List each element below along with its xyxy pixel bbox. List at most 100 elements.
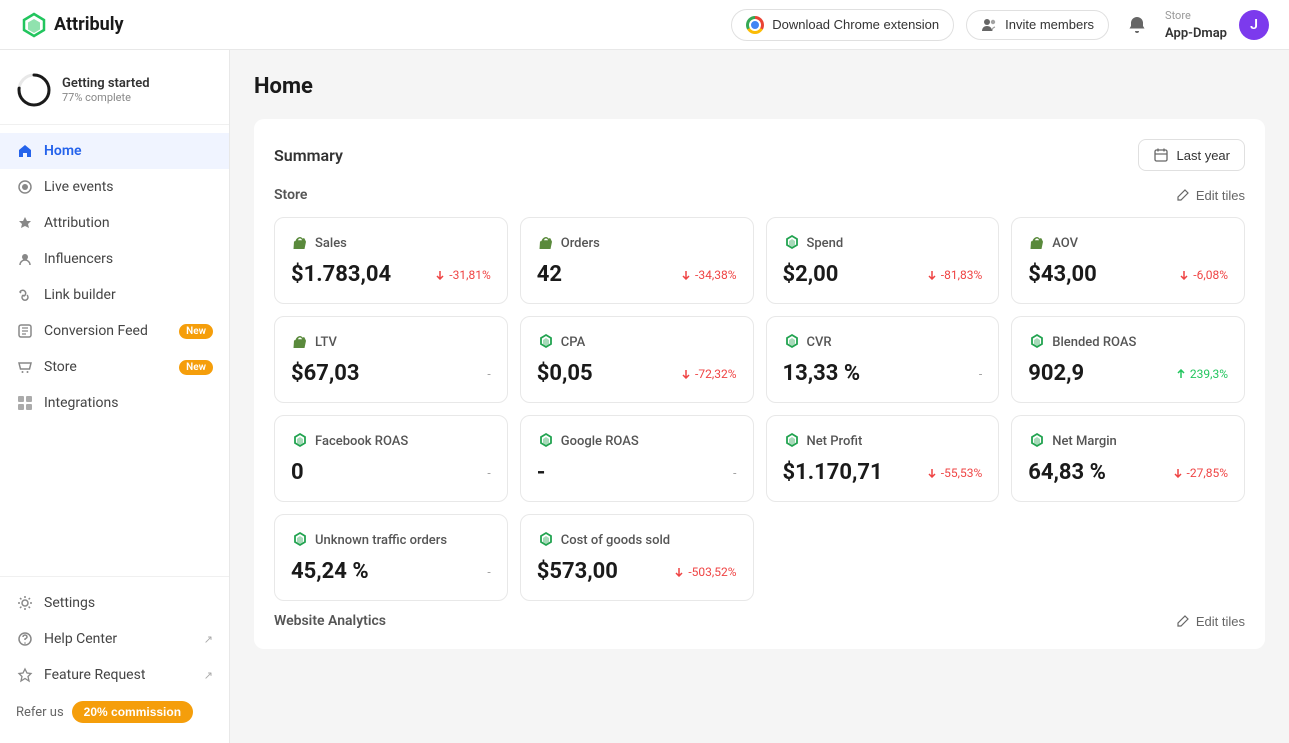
sidebar-item-link-builder[interactable]: Link builder: [0, 277, 229, 313]
link-builder-icon: [16, 286, 34, 304]
refer-badge-button[interactable]: 20% commission: [72, 701, 193, 723]
conversion-feed-label: Conversion Feed: [44, 323, 148, 339]
metric-icon-cpa: [537, 333, 555, 351]
sidebar-item-integrations[interactable]: Integrations: [0, 385, 229, 421]
metric-name-blended-roas: Blended ROAS: [1052, 335, 1136, 350]
metric-card-cpa: CPA $0,05 -72,32%: [520, 316, 754, 403]
getting-started-sub: 77% complete: [62, 91, 150, 104]
metric-name-ltv: LTV: [315, 335, 337, 350]
metric-header-facebook-roas: Facebook ROAS: [291, 432, 491, 450]
logo: Attribuly: [20, 11, 124, 39]
sidebar-item-home[interactable]: Home: [0, 133, 229, 169]
metric-name-cvr: CVR: [807, 335, 832, 350]
integrations-icon: [16, 394, 34, 412]
date-range-picker[interactable]: Last year: [1138, 139, 1245, 171]
metric-card-spend: Spend $2,00 -81,83%: [766, 217, 1000, 304]
metric-footer-aov: $43,00 -6,08%: [1028, 262, 1228, 287]
main-content: Home Summary Last year Store: [230, 50, 1289, 743]
invite-members-button[interactable]: Invite members: [966, 10, 1109, 40]
metric-footer-facebook-roas: 0 -: [291, 460, 491, 485]
metric-footer-net-margin: 64,83 % -27,85%: [1028, 460, 1228, 485]
metric-header-net-margin: Net Margin: [1028, 432, 1228, 450]
metric-footer-sales: $1.783,04 -31,81%: [291, 262, 491, 287]
store-section-label: Store: [274, 187, 307, 203]
metric-card-cost-of-goods: Cost of goods sold $573,00 -503,52%: [520, 514, 754, 601]
metric-value-unknown-traffic: 45,24 %: [291, 559, 369, 584]
store-badge: New: [179, 360, 213, 375]
metric-card-facebook-roas: Facebook ROAS 0 -: [274, 415, 508, 502]
metric-icon-blended-roas: [1028, 333, 1046, 351]
metric-footer-unknown-traffic: 45,24 % -: [291, 559, 491, 584]
logo-text: Attribuly: [54, 14, 124, 35]
sidebar-item-help-center[interactable]: Help Center ↗: [0, 621, 229, 657]
metric-change-sales: -31,81%: [435, 268, 490, 282]
attribution-icon: [16, 214, 34, 232]
influencers-label: Influencers: [44, 251, 113, 267]
chrome-extension-button[interactable]: Download Chrome extension: [731, 9, 954, 41]
metric-icon-ltv: [291, 333, 309, 351]
metric-footer-ltv: $67,03 -: [291, 361, 491, 386]
sidebar: Getting started 77% complete Home Live e…: [0, 50, 230, 743]
help-center-label: Help Center: [44, 631, 117, 647]
edit-tiles-button[interactable]: Edit tiles: [1176, 188, 1245, 203]
topbar: Attribuly Download Chrome extension Invi…: [0, 0, 1289, 50]
metric-header-cpa: CPA: [537, 333, 737, 351]
metric-change-cvr: -: [979, 367, 982, 381]
metric-value-spend: $2,00: [783, 262, 839, 287]
store-icon: [16, 358, 34, 376]
metric-value-sales: $1.783,04: [291, 262, 391, 287]
sidebar-item-live-events[interactable]: Live events: [0, 169, 229, 205]
metric-value-aov: $43,00: [1028, 262, 1097, 287]
sidebar-item-settings[interactable]: Settings: [0, 585, 229, 621]
avatar[interactable]: J: [1239, 10, 1269, 40]
website-analytics-edit-tiles-button[interactable]: Edit tiles: [1176, 614, 1245, 629]
chrome-btn-label: Download Chrome extension: [772, 17, 939, 32]
date-range-label: Last year: [1177, 148, 1230, 163]
settings-label: Settings: [44, 595, 95, 611]
metric-change-blended-roas: 239,3%: [1176, 367, 1228, 381]
metric-name-google-roas: Google ROAS: [561, 434, 639, 449]
metric-header-spend: Spend: [783, 234, 983, 252]
metrics-row-4: Unknown traffic orders 45,24 % - Cost of…: [274, 514, 1245, 601]
getting-started-title: Getting started: [62, 76, 150, 91]
metric-icon-net-profit: [783, 432, 801, 450]
layout: Getting started 77% complete Home Live e…: [0, 50, 1289, 743]
website-analytics-edit-label: Edit tiles: [1196, 614, 1245, 629]
getting-started-progress[interactable]: Getting started 77% complete: [0, 62, 229, 125]
sidebar-item-attribution[interactable]: Attribution: [0, 205, 229, 241]
metric-card-net-margin: Net Margin 64,83 % -27,85%: [1011, 415, 1245, 502]
metric-footer-cost-of-goods: $573,00 -503,52%: [537, 559, 737, 584]
metric-name-facebook-roas: Facebook ROAS: [315, 434, 408, 449]
metric-change-unknown-traffic: -: [487, 565, 490, 579]
home-label: Home: [44, 143, 82, 159]
sidebar-item-conversion-feed[interactable]: Conversion Feed New: [0, 313, 229, 349]
metric-card-net-profit: Net Profit $1.170,71 -55,53%: [766, 415, 1000, 502]
metric-icon-cost-of-goods: [537, 531, 555, 549]
metric-footer-google-roas: - -: [537, 460, 737, 485]
conversion-feed-icon: [16, 322, 34, 340]
sidebar-item-influencers[interactable]: Influencers: [0, 241, 229, 277]
chrome-icon: [746, 16, 764, 34]
metric-header-net-profit: Net Profit: [783, 432, 983, 450]
metric-name-net-margin: Net Margin: [1052, 434, 1117, 449]
metric-icon-google-roas: [537, 432, 555, 450]
metric-icon-unknown-traffic: [291, 531, 309, 549]
metric-value-net-profit: $1.170,71: [783, 460, 883, 485]
metric-card-unknown-traffic: Unknown traffic orders 45,24 % -: [274, 514, 508, 601]
metric-change-google-roas: -: [733, 466, 736, 480]
metric-icon-facebook-roas: [291, 432, 309, 450]
metric-name-aov: AOV: [1052, 236, 1078, 251]
notifications-button[interactable]: [1121, 9, 1153, 41]
integrations-label: Integrations: [44, 395, 118, 411]
topbar-actions: Download Chrome extension Invite members…: [731, 9, 1269, 41]
settings-icon: [16, 594, 34, 612]
sidebar-item-store[interactable]: Store New: [0, 349, 229, 385]
influencers-icon: [16, 250, 34, 268]
metric-name-net-profit: Net Profit: [807, 434, 863, 449]
sidebar-item-feature-request[interactable]: Feature Request ↗: [0, 657, 229, 693]
metric-value-google-roas: -: [537, 460, 546, 485]
metric-value-net-margin: 64,83 %: [1028, 460, 1106, 485]
link-builder-label: Link builder: [44, 287, 116, 303]
metrics-row-3: Facebook ROAS 0 - Google ROAS - -: [274, 415, 1245, 502]
page-title: Home: [254, 74, 1265, 99]
